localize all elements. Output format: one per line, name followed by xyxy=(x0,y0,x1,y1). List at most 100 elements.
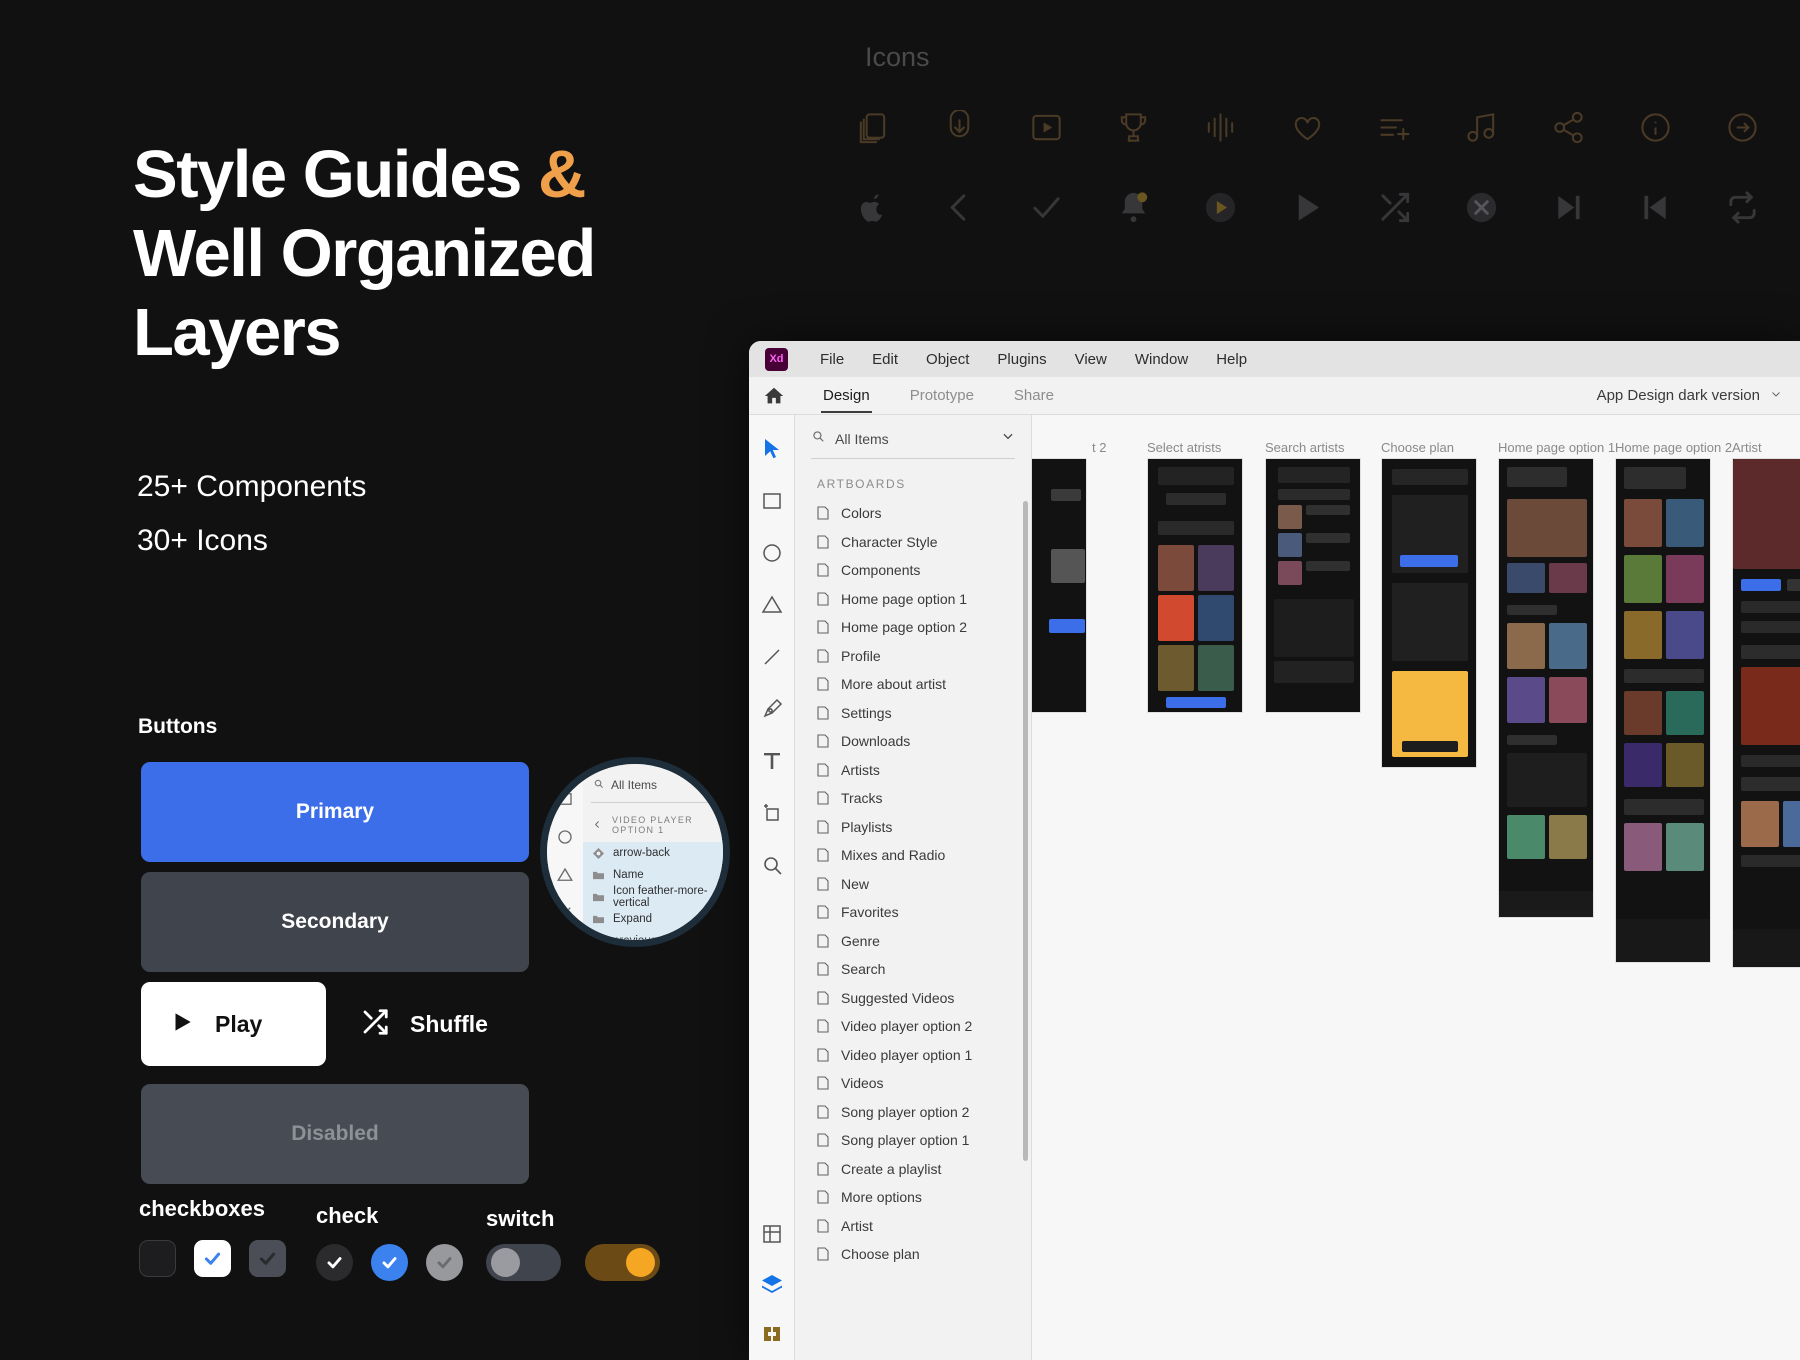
line-tool[interactable] xyxy=(760,645,784,669)
layer-item[interactable]: Profile xyxy=(795,642,1031,671)
magnifier-callout: All Items VIDEO PLAYER OPTION 1 arrow-ba… xyxy=(540,757,770,987)
magnified-layer-row[interactable]: Name xyxy=(583,864,723,886)
switch-knob xyxy=(626,1248,655,1277)
document-name-dropdown[interactable]: App Design dark version xyxy=(1597,387,1782,404)
layer-item-label: More about artist xyxy=(841,676,946,692)
checkbox-unchecked[interactable] xyxy=(139,1240,176,1277)
mode-tab-bar: Design Prototype Share App Design dark v… xyxy=(749,377,1800,415)
artboard-thumbnail[interactable] xyxy=(1615,458,1711,963)
icons-row-outline xyxy=(855,110,1760,145)
line-tool[interactable] xyxy=(556,904,574,922)
menu-item-view[interactable]: View xyxy=(1061,351,1121,368)
layer-item[interactable]: Home page option 2 xyxy=(795,613,1031,642)
layers-search[interactable]: All Items xyxy=(795,415,1031,458)
component-icon xyxy=(593,936,604,947)
menu-item-edit[interactable]: Edit xyxy=(858,351,912,368)
layer-item[interactable]: Favorites xyxy=(795,898,1031,927)
artboard-thumbnail[interactable] xyxy=(1498,458,1594,918)
close-circle-icon xyxy=(1464,190,1499,225)
layer-item[interactable]: Video player option 1 xyxy=(795,1041,1031,1070)
layers-scrollbar[interactable] xyxy=(1023,501,1028,1161)
checkbox-checked-blue[interactable] xyxy=(194,1240,231,1277)
menu-item-window[interactable]: Window xyxy=(1121,351,1202,368)
menu-item-file[interactable]: File xyxy=(806,351,858,368)
tab-design[interactable]: Design xyxy=(803,387,890,404)
layer-item[interactable]: Genre xyxy=(795,927,1031,956)
rectangle-tool[interactable] xyxy=(556,790,574,808)
layer-item[interactable]: Mixes and Radio xyxy=(795,841,1031,870)
polygon-tool[interactable] xyxy=(760,593,784,617)
artboard-thumbnail[interactable] xyxy=(1265,458,1361,713)
pen-tool[interactable] xyxy=(760,697,784,721)
layers-panel: All Items ARTBOARDS ColorsCharacter Styl… xyxy=(795,415,1032,1360)
magnified-layer-row[interactable]: Icon feather-more-vertical xyxy=(583,886,723,908)
layer-item[interactable]: Search xyxy=(795,955,1031,984)
check-circle-blue[interactable] xyxy=(371,1244,408,1281)
shuffle-button[interactable]: Shuffle xyxy=(360,982,488,1066)
check-circle-dark[interactable] xyxy=(316,1244,353,1281)
artboard-thumbnail[interactable] xyxy=(1147,458,1243,713)
artboard-thumbnail[interactable] xyxy=(1032,458,1087,713)
layer-item[interactable]: Tracks xyxy=(795,784,1031,813)
play-button[interactable]: Play xyxy=(141,982,326,1066)
tab-prototype[interactable]: Prototype xyxy=(890,387,994,404)
ellipse-tool[interactable] xyxy=(760,541,784,565)
chevron-down-icon[interactable] xyxy=(1001,429,1015,448)
assets-panel-icon[interactable] xyxy=(760,1222,784,1246)
magnified-search[interactable]: All Items xyxy=(583,764,723,802)
equalizer-icon xyxy=(1203,110,1238,145)
select-tool[interactable] xyxy=(760,437,784,461)
magnified-layer-row[interactable]: arrow-back xyxy=(583,842,723,864)
layer-item[interactable]: Suggested Videos xyxy=(795,984,1031,1013)
layer-item[interactable]: Artists xyxy=(795,756,1031,785)
stat-components: 25+ Components xyxy=(137,470,366,504)
checkboxes-label: checkboxes xyxy=(139,1196,265,1222)
magnified-breadcrumb[interactable]: VIDEO PLAYER OPTION 1 xyxy=(583,811,723,842)
artboard-icon xyxy=(817,1219,829,1233)
layer-item[interactable]: Playlists xyxy=(795,813,1031,842)
layer-item[interactable]: Song player option 2 xyxy=(795,1098,1031,1127)
layer-item[interactable]: Song player option 1 xyxy=(795,1126,1031,1155)
secondary-button[interactable]: Secondary xyxy=(141,872,529,972)
layers-panel-icon[interactable] xyxy=(760,1272,784,1296)
chevron-left-icon[interactable] xyxy=(593,820,602,831)
menu-item-plugins[interactable]: Plugins xyxy=(983,351,1060,368)
ellipse-tool[interactable] xyxy=(556,828,574,846)
switch-off[interactable] xyxy=(486,1244,561,1281)
tab-share[interactable]: Share xyxy=(994,387,1074,404)
layer-item[interactable]: Colors xyxy=(795,499,1031,528)
switch-on[interactable] xyxy=(585,1244,660,1281)
layer-item[interactable]: Downloads xyxy=(795,727,1031,756)
magnified-layer-row[interactable]: Expand xyxy=(583,908,723,930)
primary-button[interactable]: Primary xyxy=(141,762,529,862)
shuffle-icon xyxy=(1377,190,1412,225)
layer-item[interactable]: Character Style xyxy=(795,528,1031,557)
artboard-thumbnail[interactable] xyxy=(1381,458,1477,768)
menu-item-help[interactable]: Help xyxy=(1202,351,1261,368)
layer-item-label: Artists xyxy=(841,762,880,778)
design-canvas[interactable]: t 2 Select atrists Search artists Choose… xyxy=(1032,415,1800,1360)
layer-item[interactable]: Create a playlist xyxy=(795,1155,1031,1184)
layer-item[interactable]: New xyxy=(795,870,1031,899)
menu-item-object[interactable]: Object xyxy=(912,351,983,368)
home-icon[interactable] xyxy=(763,385,785,407)
rectangle-tool[interactable] xyxy=(760,489,784,513)
layer-item[interactable]: Artist xyxy=(795,1212,1031,1241)
plugins-panel-icon[interactable] xyxy=(760,1322,784,1346)
layer-item[interactable]: Settings xyxy=(795,699,1031,728)
polygon-tool[interactable] xyxy=(556,866,574,884)
artboard-thumbnail[interactable] xyxy=(1732,458,1800,968)
pen-tool[interactable] xyxy=(556,942,574,947)
layer-item[interactable]: More options xyxy=(795,1183,1031,1212)
layer-item[interactable]: Videos xyxy=(795,1069,1031,1098)
layer-item[interactable]: More about artist xyxy=(795,670,1031,699)
layer-item-label: Colors xyxy=(841,505,881,521)
playlist-add-icon xyxy=(1377,110,1412,145)
magnified-layer-row[interactable]: previous xyxy=(583,930,723,947)
layer-item[interactable]: Choose plan xyxy=(795,1240,1031,1269)
layer-item[interactable]: Video player option 2 xyxy=(795,1012,1031,1041)
layer-item-label: Song player option 2 xyxy=(841,1104,969,1120)
layer-item[interactable]: Home page option 1 xyxy=(795,585,1031,614)
layer-item[interactable]: Components xyxy=(795,556,1031,585)
switch-label: switch xyxy=(486,1206,554,1232)
